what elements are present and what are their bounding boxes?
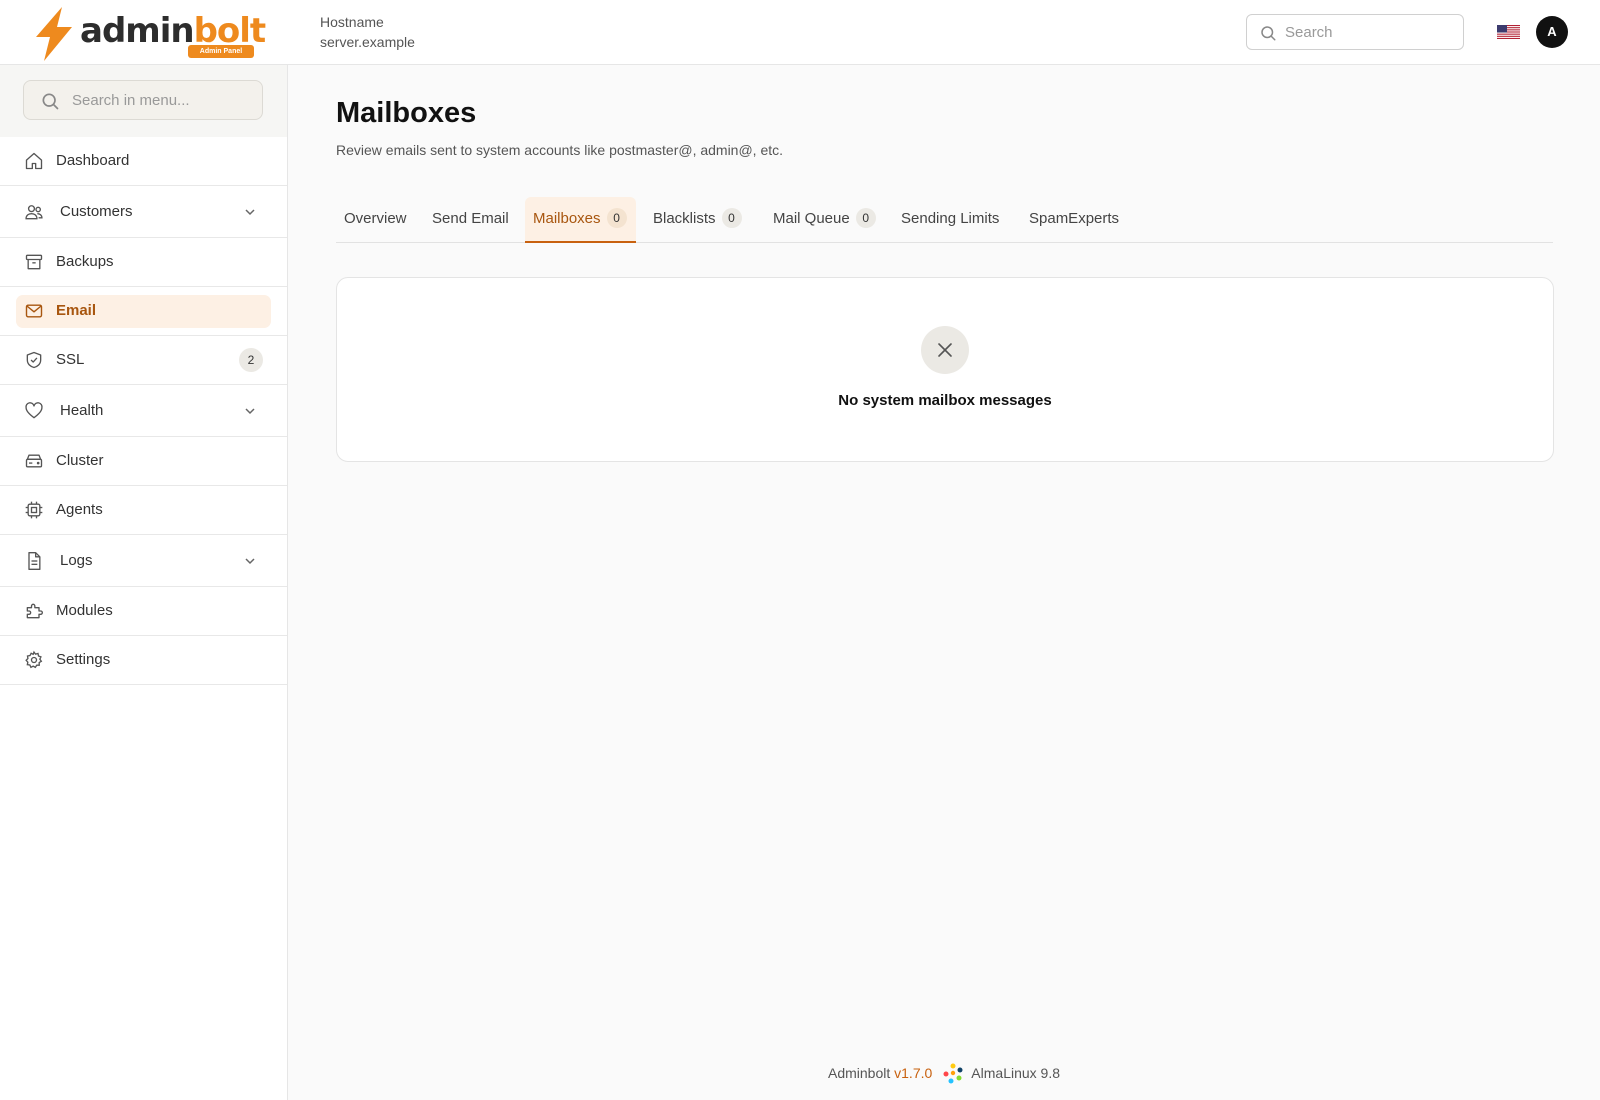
tab-count-badge: 0 (721, 208, 742, 228)
search-icon (42, 93, 59, 110)
cpu-icon (25, 501, 43, 519)
sidebar-item-label: Cluster (56, 452, 104, 469)
sidebar-search-area (0, 65, 287, 137)
shield-check-icon (26, 351, 42, 369)
sidebar-item-label: Logs (60, 551, 93, 569)
tab-label: Send Email (432, 210, 509, 227)
sidebar-item-label: Modules (56, 602, 113, 619)
tab-sending-limits[interactable]: Sending Limits (893, 197, 1007, 243)
users-icon (25, 204, 43, 219)
sidebar: Dashboard Customers Backups Email SSL 2 … (0, 65, 288, 1100)
tab-overview[interactable]: Overview (336, 197, 415, 243)
tab-bar: Overview Send Email Mailboxes 0 Blacklist… (336, 197, 1553, 243)
almalinux-logo-icon (943, 1063, 963, 1084)
tab-blacklists[interactable]: Blacklists 0 (645, 197, 750, 243)
empty-state-card: No system mailbox messages (336, 277, 1554, 462)
tab-send-email[interactable]: Send Email (424, 197, 517, 243)
sidebar-item-label: Backups (56, 253, 114, 270)
mail-icon (25, 304, 43, 318)
logo-badge: Admin Panel (188, 45, 254, 58)
sidebar-item-customers[interactable]: Customers (0, 186, 287, 238)
logo[interactable]: adminbolt Admin Panel (30, 7, 266, 61)
tab-label: Blacklists (653, 210, 716, 227)
top-header: adminbolt Admin Panel Hostname server.ex… (0, 0, 1600, 65)
tab-label: Mailboxes (533, 210, 601, 227)
main-content: Mailboxes Review emails sent to system a… (288, 65, 1600, 1100)
sidebar-item-label: SSL (56, 351, 85, 368)
page-title: Mailboxes (336, 97, 477, 129)
puzzle-icon (26, 603, 43, 619)
menu-search[interactable] (23, 80, 263, 120)
hostname-info: Hostname server.example (320, 12, 415, 52)
sidebar-item-label: Customers (60, 202, 133, 220)
user-avatar[interactable]: A (1536, 16, 1568, 48)
footer-version: v1.7.0 (894, 1065, 933, 1081)
server-icon (25, 454, 43, 468)
sidebar-item-settings[interactable]: Settings (0, 636, 287, 685)
tab-count-badge: 0 (606, 208, 627, 228)
search-icon (1261, 26, 1276, 41)
empty-state-icon (921, 326, 969, 374)
sidebar-item-logs[interactable]: Logs (0, 535, 287, 587)
sidebar-item-backups[interactable]: Backups (0, 238, 287, 287)
archive-icon (25, 254, 43, 270)
sidebar-item-label: Dashboard (56, 152, 130, 169)
file-text-icon (28, 551, 41, 570)
tab-label: Overview (344, 210, 407, 227)
sidebar-item-email[interactable]: Email (0, 287, 287, 336)
chevron-down-icon (245, 557, 255, 564)
sidebar-item-modules[interactable]: Modules (0, 587, 287, 636)
sidebar-item-label: Email (56, 302, 97, 319)
hostname-label: Hostname (320, 14, 384, 30)
x-icon (938, 343, 952, 357)
sidebar-item-dashboard[interactable]: Dashboard (0, 137, 287, 186)
chevron-down-icon (245, 407, 255, 414)
footer-product: Adminbolt (827, 1065, 891, 1081)
tab-spamexperts[interactable]: SpamExperts (1021, 197, 1127, 243)
bolt-logo-icon (36, 7, 72, 61)
tab-mailboxes[interactable]: Mailboxes 0 (525, 197, 636, 243)
tab-label: Sending Limits (901, 210, 1000, 227)
active-highlight (16, 295, 271, 328)
tab-count-badge: 0 (855, 208, 876, 228)
gear-icon (25, 650, 43, 669)
chevron-down-icon (245, 208, 255, 215)
home-icon (25, 152, 43, 170)
global-search-input[interactable] (1285, 15, 1455, 49)
hostname-value: server.example (320, 34, 415, 50)
sidebar-item-label: Settings (56, 651, 111, 668)
ssl-count-badge: 2 (239, 348, 263, 372)
tab-mail-queue[interactable]: Mail Queue 0 (765, 197, 884, 243)
footer: Adminbolt v1.7.0 AlmaLinux 9.8 (288, 1062, 1600, 1084)
us-flag-icon[interactable] (1497, 25, 1520, 39)
footer-os: AlmaLinux 9.8 (971, 1065, 1061, 1081)
sidebar-item-health[interactable]: Health (0, 385, 287, 437)
page-subtitle: Review emails sent to system accounts li… (336, 142, 784, 158)
global-search[interactable] (1246, 14, 1464, 50)
empty-state-text: No system mailbox messages (838, 392, 1052, 409)
sidebar-item-cluster[interactable]: Cluster (0, 437, 287, 486)
tab-label: Mail Queue (773, 210, 850, 227)
sidebar-item-label: Agents (56, 501, 103, 518)
tab-label: SpamExperts (1029, 210, 1120, 227)
menu-search-input[interactable] (72, 81, 257, 119)
sidebar-item-label: Health (60, 401, 104, 419)
heart-icon (25, 401, 43, 418)
sidebar-item-agents[interactable]: Agents (0, 486, 287, 535)
sidebar-item-ssl[interactable]: SSL 2 (0, 336, 287, 385)
